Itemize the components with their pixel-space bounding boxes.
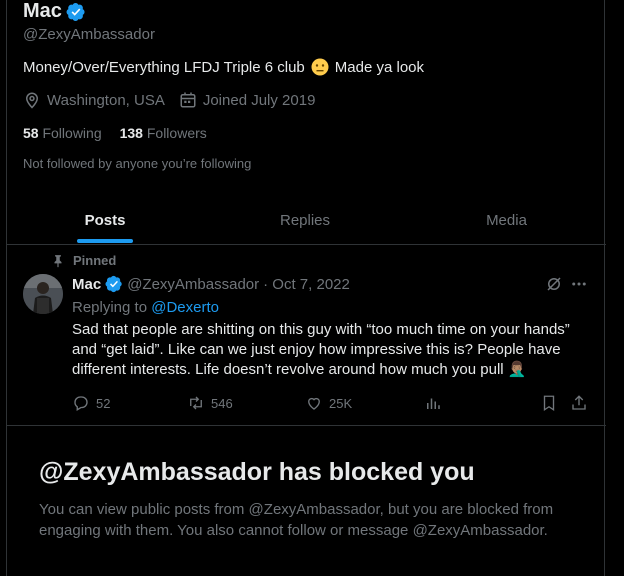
tweet-date[interactable]: · Oct 7, 2022 xyxy=(263,276,350,293)
reply-count: 52 xyxy=(96,395,111,411)
replying-to: Replying to @Dexerto xyxy=(72,299,219,316)
active-tab-indicator xyxy=(77,239,133,243)
followers-count: 138 xyxy=(119,125,143,141)
tweet-handle[interactable]: @ZexyAmbassador xyxy=(127,276,259,293)
repost-button[interactable]: 546 xyxy=(187,394,233,412)
pin-icon xyxy=(54,254,62,267)
reply-button[interactable]: 52 xyxy=(72,394,110,412)
more-options-icon[interactable] xyxy=(570,275,588,293)
following-label: Following xyxy=(42,125,102,141)
pinned-label: Pinned xyxy=(73,253,117,268)
bio-tail: Made ya look xyxy=(334,58,424,76)
calendar-icon xyxy=(180,92,196,108)
replying-to-link[interactable]: @Dexerto xyxy=(151,299,219,316)
tweet-author[interactable]: Mac xyxy=(72,276,101,293)
verified-badge-icon xyxy=(105,275,122,293)
profile-name: Mac xyxy=(23,0,62,22)
bookmark-icon[interactable] xyxy=(540,394,558,412)
not-followed-note: Not followed by anyone you’re following xyxy=(23,156,252,171)
repost-icon xyxy=(190,396,202,410)
profile-handle: @ZexyAmbassador xyxy=(23,26,155,43)
profile-bio: Money/Over/Everything LFDJ Triple 6 club… xyxy=(23,58,424,76)
blocked-title: @ZexyAmbassador has blocked you xyxy=(39,458,475,486)
repost-count: 546 xyxy=(211,395,233,411)
tweet-text: Sad that people are shitting on this guy… xyxy=(72,321,570,378)
share-icon[interactable] xyxy=(570,394,588,412)
profile-meta: Washington, USA Joined July 2019 xyxy=(23,91,315,109)
blocked-message: You can view public posts from @ZexyAmba… xyxy=(39,501,554,539)
location-pin-icon xyxy=(25,92,39,109)
followers-link[interactable]: 138 Followers xyxy=(120,125,207,141)
tweet-divider xyxy=(7,425,606,426)
profile-column: Mac @ZexyAmbassador Money/Over/Everythin… xyxy=(6,0,606,576)
tab-media[interactable]: Media xyxy=(407,196,606,244)
replying-to-label: Replying to xyxy=(72,299,148,316)
tab-posts[interactable]: Posts xyxy=(7,196,203,244)
follow-stats: 58 Following 138 Followers xyxy=(23,125,207,141)
pinned-row: Pinned xyxy=(51,253,116,268)
views-icon[interactable] xyxy=(424,394,442,412)
reply-icon xyxy=(74,396,88,411)
followers-label: Followers xyxy=(146,125,207,141)
tweet-avatar[interactable] xyxy=(23,274,63,314)
profile-location: Washington, USA xyxy=(47,91,165,109)
following-link[interactable]: 58 Following xyxy=(23,125,102,141)
tab-replies[interactable]: Replies xyxy=(203,196,407,244)
like-count: 25K xyxy=(329,395,353,411)
like-button[interactable]: 25K xyxy=(305,394,352,412)
grok-icon[interactable] xyxy=(545,275,563,293)
following-count: 58 xyxy=(23,125,39,141)
heart-icon xyxy=(308,397,320,410)
tabs-divider xyxy=(7,244,606,245)
avatar-photo-icon xyxy=(23,274,63,314)
bio-text: Money/Over/Everything LFDJ Triple 6 club xyxy=(23,58,305,76)
profile-name-row: Mac xyxy=(23,0,86,23)
verified-badge-icon xyxy=(66,2,85,21)
tweet-header: Mac @ZexyAmbassador · Oct 7, 2022 xyxy=(72,275,350,293)
profile-joined: Joined July 2019 xyxy=(202,91,316,109)
neutral-face-emoji-icon xyxy=(311,58,329,76)
